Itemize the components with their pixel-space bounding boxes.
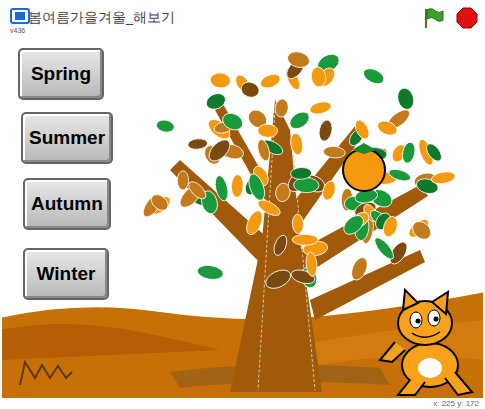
- season-button[interactable]: Autumn: [23, 178, 111, 230]
- green-flag-icon[interactable]: [421, 6, 445, 30]
- fullscreen-icon[interactable]: [10, 8, 30, 24]
- version-label: v436: [10, 27, 25, 34]
- leaves: [140, 49, 457, 292]
- season-button[interactable]: Summer: [21, 112, 113, 164]
- title-bar: v436 봄여름가을겨울_해보기: [0, 0, 485, 36]
- persimmon-sprite[interactable]: [343, 143, 385, 191]
- stop-icon[interactable]: [455, 6, 479, 30]
- stage[interactable]: Spring Summer Autumn Winter: [2, 36, 483, 398]
- mouse-coordinates: x: 225 y: 172: [433, 400, 479, 408]
- season-button[interactable]: Spring: [18, 48, 104, 100]
- tree: [170, 100, 428, 392]
- cat-sprite[interactable]: [380, 290, 472, 395]
- project-title: 봄여름가을겨울_해보기: [8, 9, 411, 27]
- season-button[interactable]: Winter: [23, 248, 109, 300]
